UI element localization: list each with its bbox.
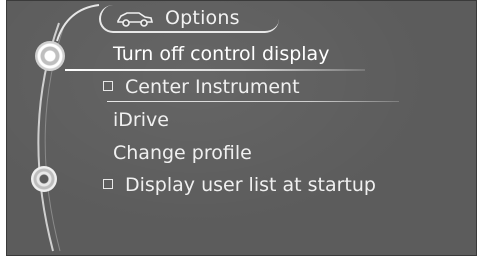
controller-knob-bottom[interactable] (31, 166, 57, 192)
menu-item-idrive[interactable]: iDrive (113, 109, 169, 131)
controller-knob-top[interactable] (35, 41, 65, 71)
checkbox[interactable] (103, 178, 113, 189)
header: Options (115, 5, 240, 31)
selection-underline (65, 69, 365, 71)
page-title: Options (165, 7, 240, 29)
divider (107, 101, 399, 102)
menu-item-label: Center Instrument (125, 76, 300, 98)
menu-item-turn-off-control-display[interactable]: Turn off control display (113, 43, 329, 65)
menu-item-center-instrument[interactable]: Center Instrument (103, 76, 300, 98)
car-icon (115, 7, 155, 29)
controller-arc (37, 4, 100, 252)
checkbox[interactable] (103, 80, 113, 91)
menu-item-change-profile[interactable]: Change profile (113, 142, 252, 164)
menu-item-label: iDrive (113, 109, 169, 131)
menu-item-label: Display user list at startup (125, 174, 376, 196)
menu-item-label: Turn off control display (113, 43, 330, 65)
idrive-screen: Options Turn off control display Center … (6, 0, 477, 256)
menu-item-label: Change profile (113, 142, 252, 164)
menu-item-display-user-list[interactable]: Display user list at startup (103, 174, 376, 196)
